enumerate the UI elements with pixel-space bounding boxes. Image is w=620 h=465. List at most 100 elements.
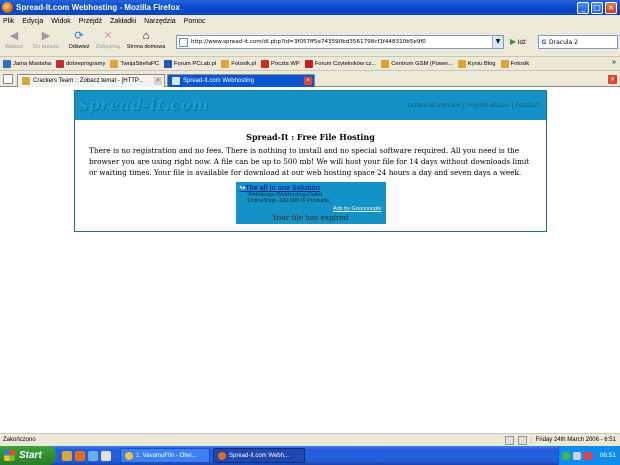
- new-tab-icon[interactable]: [3, 74, 13, 84]
- bookmark-label: TwojaStrefaPC: [120, 60, 160, 67]
- menu-view[interactable]: Widok: [51, 18, 70, 25]
- ad-title-link[interactable]: The all in one Solution: [240, 184, 382, 192]
- stop-button[interactable]: ✕ Zatrzymaj: [94, 29, 122, 50]
- close-tab-icon[interactable]: ×: [304, 77, 312, 85]
- site-header: spread-it.com terms of service | report …: [75, 91, 546, 120]
- close-button[interactable]: ×: [605, 1, 617, 14]
- bookmarks-more-chevron[interactable]: »: [612, 59, 616, 66]
- tab-crackers-team[interactable]: Crackers Team :: Zobacz temat - [HTTP...…: [17, 74, 165, 87]
- bookmark-item[interactable]: Kyniu Blog: [457, 59, 496, 68]
- menu-bookmarks[interactable]: Zakładki: [110, 18, 136, 25]
- go-button[interactable]: ▶ Idź: [510, 37, 526, 46]
- reload-label: Odśwież: [68, 44, 90, 50]
- minimize-button[interactable]: _: [577, 1, 589, 14]
- status-text: Zakończono: [3, 437, 36, 443]
- page-content: spread-it.com terms of service | report …: [0, 88, 620, 433]
- search-box[interactable]: G Dracula 2: [538, 35, 618, 49]
- tab-label: Crackers Team :: Zobacz temat - [HTTP...: [33, 78, 144, 84]
- media-player-icon[interactable]: [88, 450, 98, 461]
- home-icon: ⌂: [142, 30, 150, 42]
- tab-spread-it[interactable]: Spread-It.com Webhosting ×: [167, 74, 315, 87]
- folder-icon: [381, 59, 390, 68]
- bookmark-item[interactable]: Fotosik.pl: [221, 59, 257, 68]
- firefox-icon: [2, 2, 13, 13]
- start-button[interactable]: Start: [0, 446, 56, 465]
- show-desktop-icon[interactable]: [62, 450, 72, 461]
- search-value[interactable]: Dracula 2: [549, 39, 578, 46]
- notepad-icon[interactable]: [101, 450, 111, 461]
- system-tray: 06:51: [558, 446, 620, 465]
- url-bar[interactable]: ▼: [176, 35, 504, 49]
- close-tab-icon[interactable]: ×: [154, 77, 162, 85]
- bookmark-item[interactable]: TwojaStrefaPC: [110, 59, 160, 68]
- back-button[interactable]: ◀ Wstecz: [2, 29, 26, 50]
- page-icon: [179, 37, 188, 47]
- taskbar-item-firefox[interactable]: Spread-It.com Webh...: [213, 448, 305, 463]
- url-input[interactable]: [191, 39, 492, 45]
- menu-help[interactable]: Pomoc: [184, 18, 206, 25]
- home-label: Strona domowa: [126, 44, 166, 50]
- taskbar: Start 1. VavamuFfin - Otwi... Spread-It.…: [0, 446, 620, 465]
- bookmark-item[interactable]: dobreprogramy: [56, 59, 106, 68]
- window-title: Spread-It.com Webhosting - Mozilla Firef…: [16, 3, 180, 12]
- back-label: Wstecz: [4, 44, 24, 50]
- site-nav-links[interactable]: terms of service | report abuse | contac…: [408, 101, 540, 109]
- back-arrow-icon: ◀: [9, 30, 19, 42]
- close-tab-bar-icon[interactable]: ×: [608, 75, 617, 84]
- bookmark-label: Forum PCLab.pl: [174, 60, 217, 67]
- go-arrow-icon: ▶: [510, 37, 517, 46]
- task-label: Spread-It.com Webh...: [229, 452, 289, 459]
- maximize-button[interactable]: □: [591, 1, 603, 14]
- clock: 06:51: [599, 452, 616, 459]
- bookmark-icon: [56, 59, 65, 68]
- security-icon: [504, 435, 514, 445]
- go-label: Idź: [517, 40, 526, 46]
- bookmark-label: Kyniu Blog: [467, 60, 496, 67]
- firefox-icon: [218, 451, 226, 460]
- tab-label: Spread-It.com Webhosting: [183, 78, 254, 84]
- folder-icon: [500, 59, 509, 68]
- url-dropdown-icon[interactable]: ▼: [492, 36, 503, 48]
- network-icon[interactable]: [562, 451, 570, 460]
- menu-edit[interactable]: Edycja: [22, 18, 43, 25]
- bookmark-item[interactable]: Poczta WP: [261, 59, 300, 68]
- folder-icon: [221, 59, 230, 68]
- page-icon: [172, 77, 180, 85]
- bookmark-item[interactable]: Forum Czytelników cz...: [304, 59, 376, 68]
- bookmark-icon: [164, 59, 173, 68]
- popup-icon: [517, 435, 527, 445]
- bookmark-label: dobreprogramy: [66, 60, 106, 67]
- bookmarks-toolbar: Jama Mastaha dobreprogramy TwojaStrefaPC…: [0, 57, 620, 71]
- antivirus-icon[interactable]: [584, 451, 592, 460]
- volume-icon[interactable]: [573, 451, 581, 460]
- ad-line: OnlineShop. 430.000 IT-Produkte: [247, 198, 330, 204]
- forward-button[interactable]: ▶ Do przodu: [28, 29, 64, 50]
- ad-box: The all in one Solution Webdesign-Webhos…: [235, 182, 386, 213]
- site-body: Spread-It : Free File Hosting There is n…: [75, 120, 546, 224]
- taskbar-item-vavamuffin[interactable]: 1. VavamuFfin - Otwi...: [120, 448, 210, 463]
- stop-label: Zatrzymaj: [95, 44, 121, 50]
- bookmark-label: Centrum GSM (Power...: [391, 60, 453, 67]
- ads-by-link[interactable]: Ads by Goooooogle: [240, 206, 381, 212]
- bookmark-label: Fotosik.pl: [231, 60, 257, 67]
- home-button[interactable]: ⌂ Strona domowa: [124, 29, 168, 50]
- page-heading: Spread-It : Free File Hosting: [246, 132, 375, 142]
- menu-bar: Plik Edycja Widok Przejdź Zakładki Narzę…: [0, 15, 620, 27]
- bookmark-item[interactable]: Fotosik: [500, 59, 530, 68]
- reload-button[interactable]: ⟳ Odśwież: [66, 29, 92, 50]
- site-logo[interactable]: spread-it.com: [79, 95, 209, 114]
- stop-icon: ✕: [103, 30, 113, 42]
- status-bar: Zakończono Friday 24th March 2006 - 6:51: [0, 433, 620, 446]
- tab-bar: Crackers Team :: Zobacz temat - [HTTP...…: [0, 71, 620, 87]
- menu-go[interactable]: Przejdź: [79, 18, 102, 25]
- folder-icon: [110, 59, 119, 68]
- menu-file[interactable]: Plik: [3, 18, 14, 25]
- navigation-toolbar: ◀ Wstecz ▶ Do przodu ⟳ Odśwież ✕ Zatrzym…: [0, 27, 620, 57]
- expired-message: Your file has expired: [235, 213, 386, 224]
- bookmark-item[interactable]: Jama Mastaha: [3, 59, 51, 68]
- menu-tools[interactable]: Narzędzia: [144, 18, 176, 25]
- bookmark-item[interactable]: Forum PCLab.pl: [164, 59, 217, 68]
- firefox-quicklaunch-icon[interactable]: [75, 450, 85, 461]
- bookmark-label: Fotosik: [510, 60, 530, 67]
- bookmark-item[interactable]: Centrum GSM (Power...: [381, 59, 453, 68]
